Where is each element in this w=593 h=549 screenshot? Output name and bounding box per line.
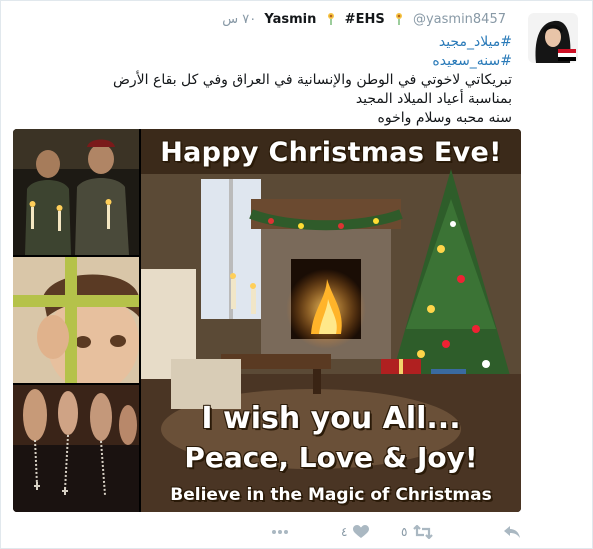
hashtag-link[interactable]: #سنه_سعيده [91,52,512,71]
like-button[interactable]: ٤ [341,521,370,543]
retweet-icon [413,525,434,539]
flower-emoji-icon [395,13,402,25]
tweet-media[interactable]: Happy Christmas Eve! I wish you All... P… [13,129,521,512]
like-count: ٤ [341,525,348,539]
retweet-button[interactable]: ٥ [401,521,434,543]
more-button[interactable] [271,521,289,543]
retweet-count: ٥ [401,525,408,539]
image-caption-footer: Believe in the Magic of Christmas [170,485,492,505]
heart-icon [353,525,370,538]
tweet-actions: ٤ ٥ [271,521,522,543]
user-handle[interactable]: @yasmin8457 [413,12,506,27]
media-thumbnail[interactable] [13,385,139,512]
image-caption-line: I wish you All... [201,401,461,436]
more-dots-icon [272,530,288,534]
tweet-timestamp[interactable]: ٧٠ س [222,12,256,27]
image-caption-line: Peace, Love & Joy! [184,441,478,474]
tweet-header: Yasmin #EHS @yasmin8457 ٧٠ س [201,11,512,31]
tweet-line: بمناسبة أعياد الميلاد المجيد [355,91,512,107]
tweet-line: تبريكاتي لاخوتي في الوطن والإنسانية في ا… [113,72,512,88]
reply-button[interactable] [503,521,521,543]
tweet-card: Yasmin #EHS @yasmin8457 ٧٠ س #ميلاد_مجيد… [0,0,593,549]
media-thumbnail[interactable] [13,257,139,383]
tweet-text: #ميلاد_مجيد #سنه_سعيده تبريكاتي لاخوتي ف… [91,33,512,128]
reply-arrow-icon [504,526,520,538]
display-name-tag[interactable]: #EHS [345,12,385,27]
media-main-image[interactable]: Happy Christmas Eve! I wish you All... P… [141,129,521,512]
display-name[interactable]: Yasmin [264,12,316,27]
flower-emoji-icon [327,13,334,25]
hashtag-link[interactable]: #ميلاد_مجيد [91,33,512,52]
media-thumbnail[interactable] [13,129,139,255]
avatar[interactable] [528,13,578,63]
image-caption-title: Happy Christmas Eve! [160,137,502,168]
tweet-line: سنه محبه وسلام واخوه [377,110,512,126]
